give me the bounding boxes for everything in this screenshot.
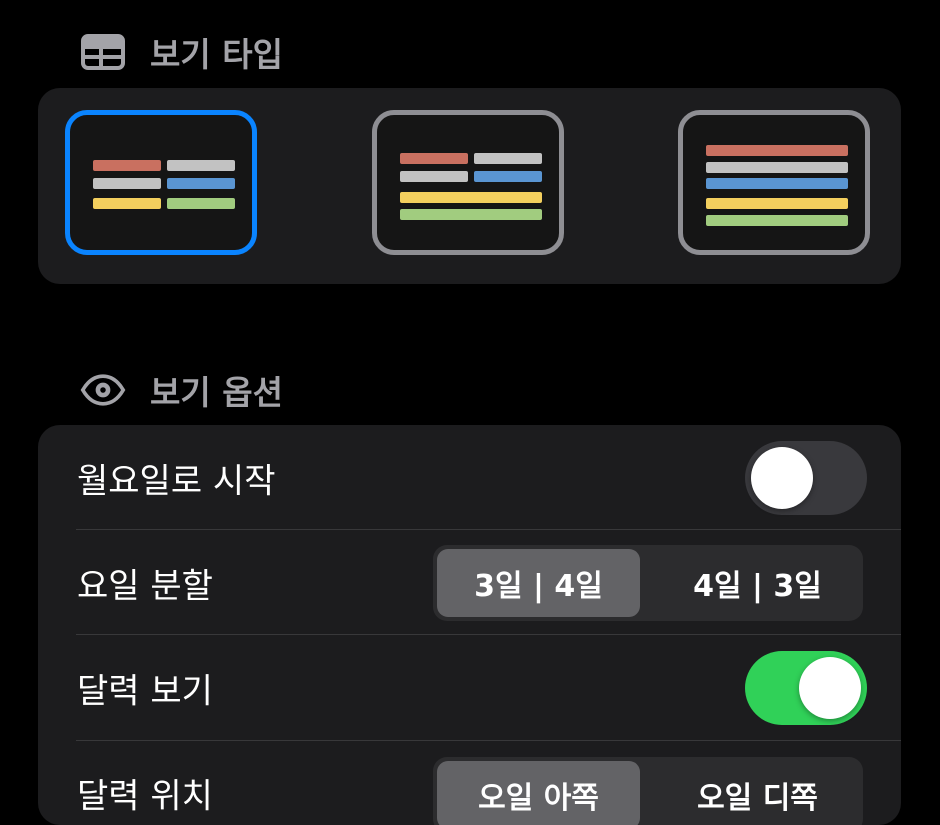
table-icon [80,29,126,75]
preview-bar [400,153,468,164]
view-options-title: 보기 옵션 [150,373,283,412]
row-day-split: 요일 분할 3일 | 4일 4일 | 3일 [38,530,901,635]
view-type-title: 보기 타입 [150,35,283,74]
calendar-position-label: 달력 위치 [77,776,213,817]
preview-bar [167,198,235,209]
calendar-position-segmented-control: 오일 아쪽 오일 디쪽 [433,757,863,825]
toggle-knob [751,446,813,509]
day-split-segment-4-3[interactable]: 4일 | 3일 [656,549,859,617]
preview-bar [93,178,161,189]
day-split-segmented-control: 3일 | 4일 4일 | 3일 [433,544,863,621]
preview-bar [706,178,848,189]
day-split-label: 요일 분할 [77,566,213,606]
preview-bar [474,171,542,182]
view-type-option-split-top-full-bottom[interactable] [372,110,564,255]
preview-bar [706,162,848,173]
preview-bar [167,160,235,171]
preview-bar [706,215,848,226]
row-start-monday: 월요일로 시작 [38,425,901,530]
calendar-position-segment-bottom[interactable]: 오일 디쪽 [656,761,859,825]
show-calendar-toggle[interactable] [745,650,867,725]
preview-bar [474,153,542,164]
start-monday-label: 월요일로 시작 [77,461,276,501]
eye-icon [80,367,126,413]
preview-bar [93,160,161,171]
view-options-card: 월요일로 시작 요일 분할 3일 | 4일 4일 | 3일 달력 보기 달력 위… [38,425,901,825]
row-show-calendar: 달력 보기 [38,635,901,740]
toggle-knob [799,656,861,719]
preview-bar [400,192,542,203]
show-calendar-label: 달력 보기 [77,671,213,711]
start-monday-toggle[interactable] [745,440,867,515]
calendar-position-segment-top[interactable]: 오일 아쪽 [437,761,640,825]
preview-bar [400,209,542,220]
view-type-option-split-grid[interactable] [65,110,257,255]
preview-bar [167,178,235,189]
preview-bar [706,198,848,209]
row-calendar-position: 달력 위치 오일 아쪽 오일 디쪽 [38,741,901,825]
day-split-segment-3-4[interactable]: 3일 | 4일 [437,548,640,617]
preview-bar [706,145,848,156]
view-type-option-full-rows[interactable] [678,110,870,255]
preview-bar [93,198,161,209]
view-type-card [38,88,901,284]
preview-bar [400,171,468,182]
view-type-header: 보기 타입 [80,28,283,76]
view-options-header: 보기 옵션 [80,366,283,414]
